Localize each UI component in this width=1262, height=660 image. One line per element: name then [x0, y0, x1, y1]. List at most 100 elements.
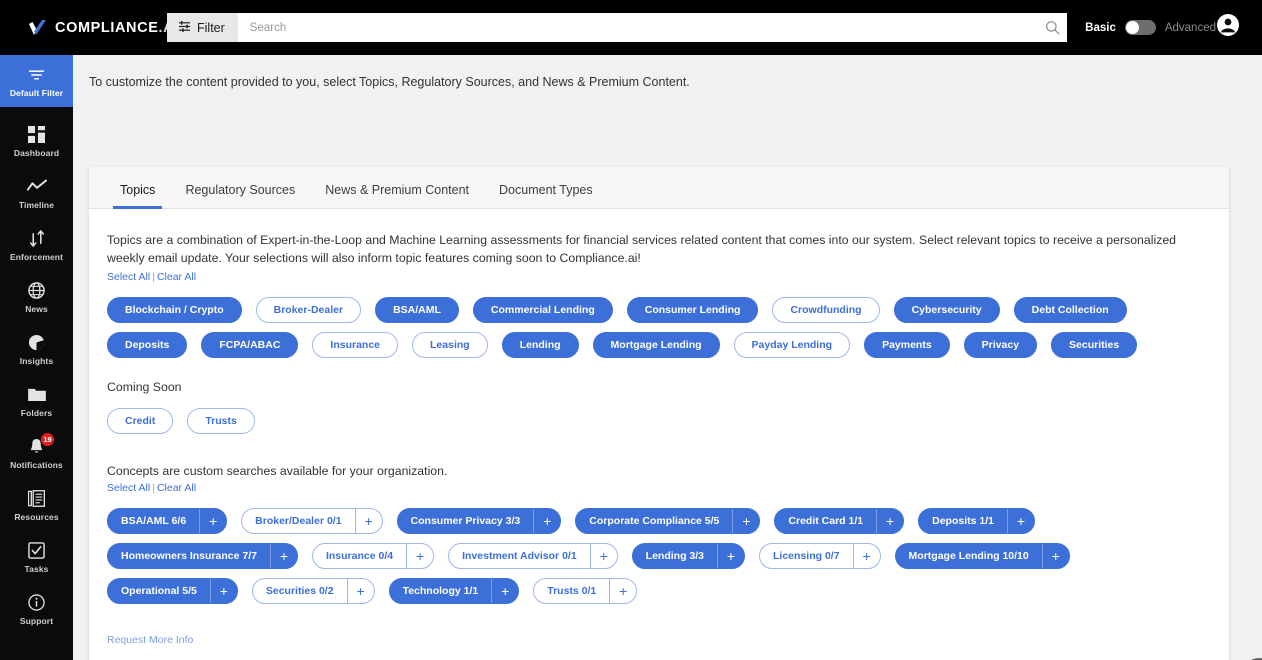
- plus-icon[interactable]: +: [732, 509, 759, 533]
- sidebar-item-news[interactable]: News: [0, 271, 73, 323]
- plus-icon[interactable]: +: [354, 509, 382, 533]
- filter-button[interactable]: Filter: [167, 13, 238, 42]
- plus-icon[interactable]: +: [209, 579, 237, 603]
- sidebar-item-folders[interactable]: Folders: [0, 375, 73, 427]
- concept-pill-broker-dealer[interactable]: Broker/Dealer 0/1 +: [241, 508, 383, 534]
- plus-icon[interactable]: +: [1006, 509, 1034, 533]
- concept-label: Lending 3/3: [645, 550, 705, 562]
- topic-pill-broker-dealer[interactable]: Broker-Dealer: [255, 297, 362, 323]
- topic-pill-privacy[interactable]: Privacy: [963, 332, 1038, 358]
- topic-pill-debt-collection[interactable]: Debt Collection: [1013, 297, 1127, 323]
- brand-logo[interactable]: COMPLIANCE.AI: [0, 19, 178, 37]
- topics-pill-list: Blockchain / Crypto Broker-Dealer BSA/AM…: [107, 297, 1211, 358]
- tab-label: News & Premium Content: [325, 183, 470, 197]
- concept-pill-credit-card[interactable]: Credit Card 1/1 +: [774, 508, 905, 534]
- plus-icon[interactable]: +: [406, 544, 433, 568]
- topic-pill-lending[interactable]: Lending: [501, 332, 579, 358]
- coming-soon-pill-trusts[interactable]: Trusts: [187, 408, 255, 434]
- topic-label: Leasing: [430, 339, 470, 351]
- concept-pill-trusts[interactable]: Trusts 0/1 +: [533, 578, 638, 604]
- sidebar-item-default-filter[interactable]: Default Filter: [0, 55, 73, 107]
- tab-document-types[interactable]: Document Types: [484, 183, 608, 208]
- topic-pill-cybersecurity[interactable]: Cybersecurity: [893, 297, 1000, 323]
- plus-icon[interactable]: +: [589, 544, 617, 568]
- topic-pill-payments[interactable]: Payments: [864, 332, 950, 358]
- basic-advanced-toggle[interactable]: Basic Advanced: [1067, 20, 1216, 35]
- topic-pill-blockchain-crypto[interactable]: Blockchain / Crypto: [107, 297, 242, 323]
- concept-label: Corporate Compliance 5/5: [589, 515, 720, 527]
- search-icon[interactable]: [1038, 13, 1068, 42]
- concept-label: Homeowners Insurance 7/7: [121, 550, 257, 562]
- topics-clear-all-link[interactable]: Clear All: [157, 271, 196, 283]
- user-avatar-button[interactable]: [1216, 13, 1240, 42]
- topic-pill-crowdfunding[interactable]: Crowdfunding: [772, 297, 880, 323]
- topic-pill-bsa-aml[interactable]: BSA/AML: [375, 297, 459, 323]
- concept-pill-consumer-privacy[interactable]: Consumer Privacy 3/3 +: [396, 508, 562, 534]
- plus-icon[interactable]: +: [609, 579, 636, 603]
- search-input[interactable]: [249, 21, 1027, 34]
- coming-soon-label: Credit: [125, 415, 156, 427]
- plus-icon[interactable]: +: [852, 544, 880, 568]
- sidebar-item-insights[interactable]: Insights: [0, 323, 73, 375]
- tab-news-premium-content[interactable]: News & Premium Content: [310, 183, 484, 208]
- topic-pill-fcpa-abac[interactable]: FCPA/ABAC: [201, 332, 299, 358]
- toggle-advanced-label: Advanced: [1164, 21, 1216, 34]
- plus-icon[interactable]: +: [269, 544, 297, 568]
- concept-pill-technology[interactable]: Technology 1/1 +: [388, 578, 520, 604]
- sidebar-item-enforcement[interactable]: Enforcement: [0, 219, 73, 271]
- concept-pill-bsa-aml[interactable]: BSA/AML 6/6 +: [107, 508, 228, 534]
- concepts-select-all-link[interactable]: Select All: [107, 482, 150, 494]
- coming-soon-pill-credit[interactable]: Credit: [107, 408, 174, 434]
- topic-pill-leasing[interactable]: Leasing: [412, 332, 488, 358]
- topic-pill-insurance[interactable]: Insurance: [312, 332, 399, 358]
- arrows-icon: [29, 228, 45, 248]
- plus-icon[interactable]: +: [1041, 544, 1069, 568]
- concept-pill-insurance[interactable]: Insurance 0/4 +: [311, 543, 435, 569]
- concept-pill-mortgage-lending[interactable]: Mortgage Lending 10/10 +: [894, 543, 1070, 569]
- folder-icon: [27, 384, 46, 404]
- topic-pill-securities[interactable]: Securities: [1051, 332, 1138, 358]
- concept-pill-corporate-compliance[interactable]: Corporate Compliance 5/5 +: [575, 508, 761, 534]
- concept-pill-homeowners-insurance[interactable]: Homeowners Insurance 7/7 +: [107, 543, 298, 569]
- sidebar-item-label: Enforcement: [9, 252, 64, 262]
- sidebar-item-support[interactable]: Support: [0, 583, 73, 635]
- tab-regulatory-sources[interactable]: Regulatory Sources: [170, 183, 310, 208]
- sidebar-item-dashboard[interactable]: Dashboard: [0, 115, 73, 167]
- concepts-clear-all-link[interactable]: Clear All: [157, 482, 196, 494]
- concept-pill-deposits[interactable]: Deposits 1/1 +: [918, 508, 1035, 534]
- topic-pill-mortgage-lending[interactable]: Mortgage Lending: [592, 332, 720, 358]
- concept-label: Trusts 0/1: [547, 585, 597, 597]
- request-more-info-link[interactable]: Request More Info: [107, 634, 193, 646]
- concept-pill-investment-advisor[interactable]: Investment Advisor 0/1 +: [448, 543, 618, 569]
- topic-pill-commercial-lending[interactable]: Commercial Lending: [472, 297, 613, 323]
- plus-icon[interactable]: +: [199, 509, 226, 533]
- sidebar-item-resources[interactable]: Resources: [0, 479, 73, 531]
- topic-pill-payday-lending[interactable]: Payday Lending: [733, 332, 851, 358]
- concept-pill-lending[interactable]: Lending 3/3 +: [631, 543, 746, 569]
- concept-pill-licensing[interactable]: Licensing 0/7 +: [759, 543, 881, 569]
- plus-icon[interactable]: +: [346, 579, 374, 603]
- topic-label: Privacy: [981, 339, 1020, 351]
- left-sidebar: Default Filter Dashboard Timeline Enforc…: [0, 55, 73, 660]
- concept-label: Investment Advisor 0/1: [462, 550, 577, 562]
- concept-pill-operational[interactable]: Operational 5/5 +: [107, 578, 238, 604]
- search-bar[interactable]: [237, 13, 1039, 42]
- mode-switch[interactable]: [1124, 20, 1156, 35]
- sidebar-item-notifications[interactable]: 19 Notifications: [0, 427, 73, 479]
- tab-bar: Topics Regulatory Sources News & Premium…: [89, 167, 1229, 209]
- plus-icon[interactable]: +: [717, 544, 744, 568]
- plus-icon[interactable]: +: [533, 509, 560, 533]
- plus-icon[interactable]: +: [876, 509, 903, 533]
- sidebar-item-label: Dashboard: [13, 148, 60, 158]
- concept-label: Deposits 1/1: [932, 515, 994, 527]
- topic-pill-deposits[interactable]: Deposits: [107, 332, 188, 358]
- concept-pill-securities[interactable]: Securities 0/2 +: [251, 578, 375, 604]
- concepts-pill-list: BSA/AML 6/6 + Broker/Dealer 0/1 + Consumer…: [107, 508, 1211, 604]
- topics-select-all-link[interactable]: Select All: [107, 271, 150, 283]
- tab-topics[interactable]: Topics: [105, 183, 170, 209]
- sidebar-item-timeline[interactable]: Timeline: [0, 167, 73, 219]
- book-icon: [28, 488, 45, 508]
- sidebar-item-tasks[interactable]: Tasks: [0, 531, 73, 583]
- topic-pill-consumer-lending[interactable]: Consumer Lending: [626, 297, 759, 323]
- plus-icon[interactable]: +: [491, 579, 518, 603]
